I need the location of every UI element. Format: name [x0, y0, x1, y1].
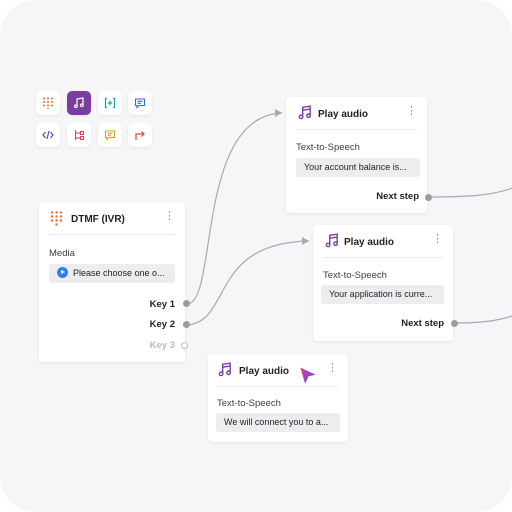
connection-next-step-2 — [455, 315, 512, 324]
more-options-icon[interactable]: ⋮ — [406, 106, 417, 117]
play-audio-node-3[interactable]: Play audio ⋮ Text-to-Speech We will conn… — [208, 354, 348, 442]
next-step-port-2[interactable] — [451, 320, 458, 327]
tool-dtmf[interactable] — [36, 91, 60, 115]
card-title: DTMF (IVR) — [71, 214, 125, 225]
tts-label: Text-to-Speech — [296, 142, 360, 153]
divider — [323, 257, 443, 258]
music-note-icon — [325, 233, 339, 248]
more-options-icon[interactable]: ⋮ — [432, 234, 443, 245]
tts-value-field[interactable]: We will connect you to a... — [216, 413, 340, 432]
play-circle-icon — [57, 267, 68, 279]
tool-redirect[interactable] — [128, 123, 152, 147]
play-audio-node-1[interactable]: Play audio ⋮ Text-to-Speech Your account… — [286, 97, 427, 213]
key-3-output: Key 3 — [149, 340, 175, 351]
key-1-port[interactable] — [183, 300, 190, 307]
music-note-icon — [298, 105, 312, 120]
tool-play-audio[interactable] — [67, 91, 91, 115]
next-step-output: Next step — [376, 191, 419, 202]
tts-value-field[interactable]: Your account balance is... — [296, 158, 420, 177]
node-palette — [36, 91, 152, 147]
chat-bubble-icon — [104, 130, 116, 141]
key-3-port[interactable] — [181, 342, 188, 349]
tts-value-field[interactable]: Your application is curre... — [321, 285, 444, 304]
key-2-port[interactable] — [183, 321, 190, 328]
card-header: Play audio ⋮ — [208, 354, 348, 386]
branch-icon — [74, 130, 85, 141]
card-title: Play audio — [344, 237, 395, 248]
tool-chat[interactable] — [98, 123, 122, 147]
dtmf-ivr-node[interactable]: DTMF (IVR) ⋮ Media Please choose one o..… — [39, 202, 185, 362]
redirect-arrow-icon — [135, 131, 145, 140]
music-note-icon — [73, 97, 84, 109]
drag-cursor-icon — [298, 365, 319, 387]
key-1-output: Key 1 — [149, 299, 175, 310]
dtmf-keypad-icon — [50, 211, 63, 226]
card-title: Play audio — [318, 109, 369, 120]
tts-label: Text-to-Speech — [217, 398, 281, 409]
divider — [296, 129, 417, 130]
card-title: Play audio — [239, 366, 290, 377]
dtmf-keypad-icon — [43, 97, 53, 109]
variable-brackets-icon — [104, 97, 116, 109]
message-bubble-icon — [134, 98, 146, 109]
card-header: Play audio ⋮ — [313, 225, 453, 257]
tts-label: Text-to-Speech — [323, 270, 387, 281]
media-value-field[interactable]: Please choose one o... — [49, 264, 175, 283]
more-options-icon[interactable]: ⋮ — [327, 363, 338, 374]
connection-key1-to-play-audio-1 — [187, 112, 283, 305]
play-audio-node-2[interactable]: Play audio ⋮ Text-to-Speech Your applica… — [313, 225, 453, 341]
next-step-output: Next step — [401, 318, 444, 329]
tool-code[interactable] — [36, 123, 60, 147]
key-2-output: Key 2 — [149, 319, 175, 330]
music-note-icon — [218, 362, 232, 377]
flow-canvas[interactable]: DTMF (IVR) ⋮ Media Please choose one o..… — [0, 0, 512, 512]
arrow-head-icon — [275, 109, 282, 117]
arrow-head-icon — [302, 237, 309, 245]
divider — [49, 234, 175, 235]
tool-message[interactable] — [128, 91, 152, 115]
card-header: Play audio ⋮ — [286, 97, 427, 129]
media-label: Media — [49, 248, 75, 259]
next-step-port-1[interactable] — [425, 194, 432, 201]
card-header: DTMF (IVR) ⋮ — [39, 202, 185, 234]
tool-variable[interactable] — [98, 91, 122, 115]
connection-next-step-1 — [429, 187, 512, 198]
more-options-icon[interactable]: ⋮ — [164, 211, 175, 222]
code-icon — [42, 130, 54, 140]
tool-branch[interactable] — [67, 123, 91, 147]
